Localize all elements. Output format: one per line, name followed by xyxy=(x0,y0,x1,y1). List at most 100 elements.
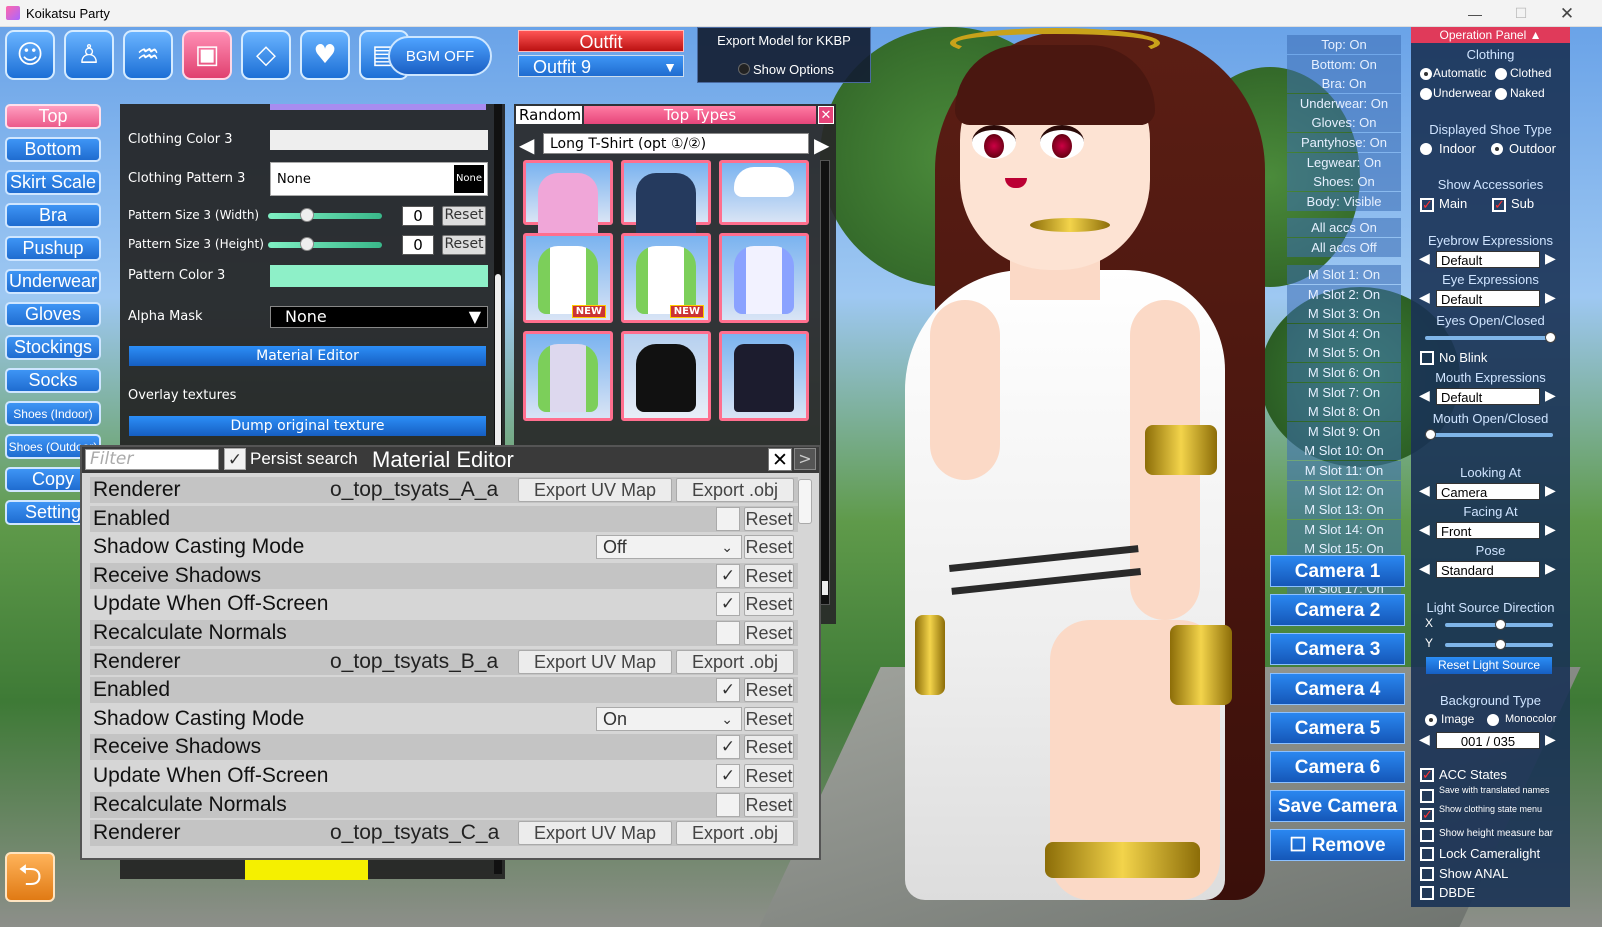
reset-light-button[interactable]: Reset Light Source xyxy=(1426,657,1552,674)
previous-arrow-icon[interactable]: ◀ xyxy=(1419,388,1430,404)
checkmark-icon[interactable]: ✓ xyxy=(716,764,740,788)
slot-toggle[interactable]: M Slot 3: On xyxy=(1287,304,1401,324)
next-arrow-icon[interactable]: ▶ xyxy=(1545,483,1556,499)
dbde-checkbox[interactable] xyxy=(1420,886,1434,900)
previous-arrow-icon[interactable]: ◀ xyxy=(1419,561,1430,577)
top-type-thumb[interactable] xyxy=(523,331,613,421)
camera-button[interactable]: Camera 5 xyxy=(1270,711,1405,744)
category-skirt-scale[interactable]: Skirt Scale xyxy=(5,170,101,195)
top-type-thumb[interactable] xyxy=(719,160,809,225)
clothing-icon[interactable]: ▣ xyxy=(182,30,232,80)
top-type-thumb[interactable] xyxy=(719,233,809,323)
visibility-toggle[interactable]: Shoes: On xyxy=(1287,172,1401,192)
top-type-thumb[interactable] xyxy=(621,160,711,241)
checkmark-icon[interactable]: ✓ xyxy=(716,563,740,588)
reset-button[interactable]: Reset xyxy=(744,792,794,817)
slot-toggle[interactable]: M Slot 9: On xyxy=(1287,421,1401,441)
outfit-tab[interactable]: Outfit xyxy=(518,30,684,52)
slot-toggle[interactable]: M Slot 10: On xyxy=(1287,441,1401,461)
heart-icon[interactable]: ♥ xyxy=(300,30,350,80)
pattern-size-width-value[interactable]: 0 xyxy=(402,206,434,226)
pattern-size-height-slider[interactable] xyxy=(268,237,382,251)
previous-arrow-icon[interactable]: ◀ xyxy=(1419,522,1430,538)
next-button[interactable]: > xyxy=(794,448,816,470)
slot-toggle[interactable]: M Slot 12: On xyxy=(1287,480,1401,500)
reset-button[interactable]: Reset xyxy=(744,506,794,531)
slot-toggle[interactable]: M Slot 1: On xyxy=(1287,265,1401,284)
lock-cameralight-checkbox[interactable] xyxy=(1420,847,1434,861)
export-uv-map-button[interactable]: Export UV Map xyxy=(518,821,672,846)
visibility-toggle[interactable]: Body: Visible xyxy=(1287,191,1401,211)
camera-button[interactable]: Camera 2 xyxy=(1270,594,1405,627)
persist-search-checkbox[interactable]: ✓ xyxy=(224,448,246,470)
slot-toggle[interactable]: M Slot 8: On xyxy=(1287,402,1401,422)
category-bra[interactable]: Bra xyxy=(5,203,101,228)
slot-toggle[interactable]: M Slot 4: On xyxy=(1287,323,1401,343)
next-arrow-icon[interactable]: ▶ xyxy=(1545,732,1556,748)
reset-button[interactable]: Reset xyxy=(744,764,794,788)
outdoor-radio[interactable] xyxy=(1491,143,1503,155)
minimize-icon[interactable]: — xyxy=(1452,0,1498,27)
export-kkbp-button[interactable]: Export Model for KKBP xyxy=(698,33,870,48)
top-type-thumb[interactable] xyxy=(621,331,711,421)
bgm-toggle-button[interactable]: BGM OFF xyxy=(388,36,492,76)
mouth-select[interactable]: Default xyxy=(1436,388,1540,405)
remove-camera-button[interactable]: ☐ Remove xyxy=(1270,829,1405,862)
visibility-toggle[interactable]: Bottom: On xyxy=(1287,54,1401,74)
main-checkbox[interactable]: ✓ xyxy=(1420,198,1434,212)
filter-input[interactable]: Filter xyxy=(85,449,219,470)
mouth-open-slider[interactable] xyxy=(1425,429,1553,440)
color-swatch-yellow[interactable] xyxy=(245,860,368,880)
slot-toggle[interactable]: M Slot 13: On xyxy=(1287,500,1401,520)
top-type-thumb[interactable] xyxy=(719,331,809,421)
material-editor-scrollbar[interactable] xyxy=(798,479,812,524)
property-checkbox[interactable] xyxy=(716,621,740,645)
show-height-checkbox[interactable] xyxy=(1420,828,1434,842)
previous-arrow-icon[interactable]: ◀ xyxy=(1419,251,1430,267)
random-button[interactable]: Random xyxy=(516,106,582,124)
pattern-color3-swatch[interactable] xyxy=(270,265,488,287)
shadow-mode-dropdown[interactable]: On ⌄ xyxy=(596,706,742,731)
reset-button[interactable]: Reset xyxy=(744,621,794,645)
category-stockings[interactable]: Stockings xyxy=(5,335,101,360)
reset-button[interactable]: Reset xyxy=(744,592,794,617)
previous-arrow-icon[interactable]: ◀ xyxy=(1419,290,1430,306)
slot-toggle[interactable]: M Slot 7: On xyxy=(1287,382,1401,402)
export-obj-button[interactable]: Export .obj xyxy=(676,821,794,846)
eye-select[interactable]: Default xyxy=(1436,290,1540,307)
next-arrow-icon[interactable]: ▶ xyxy=(814,133,829,157)
shadow-mode-dropdown[interactable]: Off ⌄ xyxy=(596,535,742,560)
reset-button[interactable]: Reset xyxy=(744,678,794,703)
slot-toggle[interactable]: M Slot 11: On xyxy=(1287,461,1401,480)
accessory-toggle[interactable]: All accs Off xyxy=(1287,237,1401,257)
indoor-radio[interactable] xyxy=(1420,143,1432,155)
close-icon[interactable]: ✕ xyxy=(1544,0,1590,27)
export-obj-button[interactable]: Export .obj xyxy=(676,649,794,674)
category-shoes-indoor[interactable]: Shoes (Indoor) xyxy=(5,401,101,426)
dump-texture-button[interactable]: Dump original texture xyxy=(129,416,486,436)
face-icon[interactable]: ☺ xyxy=(5,30,55,80)
looking-at-select[interactable]: Camera xyxy=(1436,483,1540,500)
checkmark-icon[interactable]: ✓ xyxy=(716,735,740,760)
camera-button[interactable]: Camera 1 xyxy=(1270,555,1405,587)
eyebrow-select[interactable]: Default xyxy=(1436,251,1540,268)
reset-button[interactable]: Reset xyxy=(442,206,486,226)
property-checkbox[interactable] xyxy=(716,506,740,531)
category-top[interactable]: Top xyxy=(5,104,101,129)
reset-button[interactable]: Reset xyxy=(744,535,794,560)
no-blink-checkbox[interactable] xyxy=(1420,351,1434,365)
maximize-icon[interactable]: ☐ xyxy=(1498,0,1544,27)
reset-button[interactable]: Reset xyxy=(744,706,794,731)
save-camera-button[interactable]: Save Camera xyxy=(1270,790,1405,823)
show-options-radio[interactable] xyxy=(738,63,750,75)
export-uv-map-button[interactable]: Export UV Map xyxy=(518,478,672,502)
camera-button[interactable]: Camera 3 xyxy=(1270,633,1405,666)
camera-button[interactable]: Camera 4 xyxy=(1270,672,1405,705)
top-type-thumb[interactable]: NEW xyxy=(621,233,711,323)
back-arrow-icon[interactable]: ⮌ xyxy=(5,852,55,902)
naked-radio[interactable] xyxy=(1495,88,1507,100)
material-editor-button[interactable]: Material Editor xyxy=(129,346,486,366)
property-checkbox[interactable] xyxy=(716,792,740,817)
checkmark-icon[interactable]: ✓ xyxy=(716,678,740,703)
category-pushup[interactable]: Pushup xyxy=(5,236,101,261)
